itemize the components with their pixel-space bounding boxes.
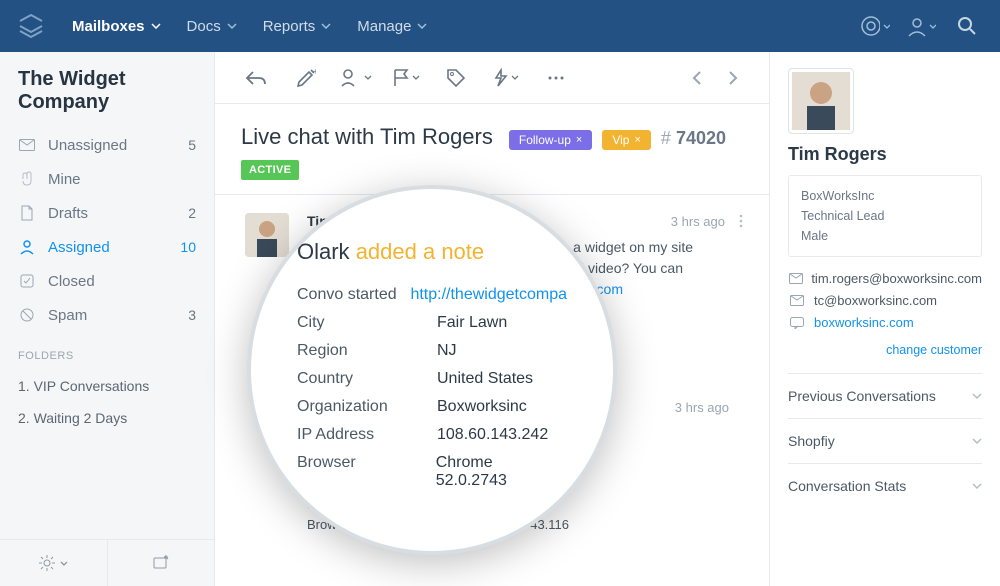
- sidebar-item-label: Closed: [48, 273, 196, 290]
- compose-button[interactable]: [108, 540, 215, 586]
- customer-info: BoxWorksInc Technical Lead Male: [788, 175, 982, 257]
- sidebar-item-count: 2: [188, 205, 196, 221]
- nav-manage-label: Manage: [357, 18, 411, 35]
- customer-name: Tim Rogers: [788, 144, 982, 165]
- customer-profile: Tim Rogers BoxWorksInc Technical Lead Ma…: [770, 52, 1000, 586]
- chevron-down-icon: [972, 483, 982, 489]
- check-icon: [18, 272, 36, 290]
- sidebar-item-label: Spam: [48, 307, 188, 324]
- sidebar-item-label: Unassigned: [48, 137, 188, 154]
- sidebar-item-label: Assigned: [48, 239, 180, 256]
- folder-waiting[interactable]: 2. Waiting 2 Days: [0, 402, 214, 434]
- status-badge: ACTIVE: [241, 160, 299, 180]
- sidebar: The Widget Company Unassigned 5 Mine Dra…: [0, 52, 215, 586]
- more-button[interactable]: [537, 59, 575, 97]
- sidebar-item-label: Drafts: [48, 205, 188, 222]
- section-conversation-stats[interactable]: Conversation Stats: [788, 463, 982, 508]
- tag-vip[interactable]: Vip×: [602, 130, 651, 150]
- hand-icon: [18, 170, 36, 188]
- ban-icon: [18, 306, 36, 324]
- nav-docs-label: Docs: [187, 18, 221, 35]
- close-icon[interactable]: ×: [634, 134, 640, 146]
- sidebar-bottom: [0, 539, 214, 586]
- sidebar-item-label: Mine: [48, 171, 196, 188]
- folder-vip[interactable]: 1. VIP Conversations: [0, 370, 214, 402]
- prev-button[interactable]: [683, 64, 711, 92]
- help-icon[interactable]: [860, 11, 890, 41]
- envelope-icon: [788, 272, 803, 286]
- top-nav: Mailboxes Docs Reports Manage: [0, 0, 1000, 52]
- search-icon[interactable]: [952, 11, 982, 41]
- conversation-title: Live chat with Tim Rogers: [241, 124, 493, 150]
- sidebar-item-count: 3: [188, 307, 196, 323]
- customer-site[interactable]: boxworksinc.com: [788, 315, 982, 330]
- nav-docs[interactable]: Docs: [187, 18, 237, 35]
- section-previous-conversations[interactable]: Previous Conversations: [788, 373, 982, 418]
- magnifier-overlay: Olark added a note Convo startedhttp://t…: [247, 185, 617, 555]
- account-icon[interactable]: [906, 11, 936, 41]
- next-button[interactable]: [719, 64, 747, 92]
- message-time: 3 hrs ago: [675, 400, 729, 415]
- customer-title: Technical Lead: [801, 206, 969, 226]
- message-time: 3 hrs ago: [671, 214, 725, 229]
- customer-email-1[interactable]: tim.rogers@boxworksinc.com: [788, 271, 982, 286]
- svg-text:+: +: [313, 68, 316, 78]
- change-customer-link[interactable]: change customer: [788, 343, 982, 357]
- sidebar-item-mine[interactable]: Mine: [0, 162, 214, 196]
- assign-button[interactable]: [337, 59, 375, 97]
- sidebar-item-closed[interactable]: Closed: [0, 264, 214, 298]
- toolbar: +: [215, 52, 769, 104]
- nav-manage[interactable]: Manage: [357, 18, 427, 35]
- app-logo[interactable]: [18, 13, 44, 39]
- conversation-number: # 74020: [661, 128, 726, 149]
- nav-mailboxes[interactable]: Mailboxes: [72, 18, 161, 35]
- sidebar-item-unassigned[interactable]: Unassigned 5: [0, 128, 214, 162]
- chevron-down-icon: [227, 23, 237, 29]
- envelope-icon: [18, 136, 36, 154]
- workflow-button[interactable]: [487, 59, 525, 97]
- section-shopify[interactable]: Shopfiy: [788, 418, 982, 463]
- person-icon: [18, 238, 36, 256]
- sidebar-item-count: 10: [180, 239, 196, 255]
- sidebar-item-assigned[interactable]: Assigned 10: [0, 230, 214, 264]
- customer-avatar: [788, 68, 854, 134]
- avatar: [245, 213, 289, 257]
- close-icon[interactable]: ×: [576, 134, 582, 146]
- conversation-header: Live chat with Tim Rogers Follow-up× Vip…: [215, 104, 769, 195]
- customer-gender: Male: [801, 226, 969, 246]
- chevron-down-icon: [972, 438, 982, 444]
- envelope-icon: [788, 294, 806, 308]
- nav-mailboxes-label: Mailboxes: [72, 18, 145, 35]
- chevron-down-icon: [972, 393, 982, 399]
- note-button[interactable]: +: [287, 59, 325, 97]
- customer-company: BoxWorksInc: [801, 186, 969, 206]
- chevron-down-icon: [321, 23, 331, 29]
- sidebar-item-spam[interactable]: Spam 3: [0, 298, 214, 332]
- reply-button[interactable]: [237, 59, 275, 97]
- note-title: Olark added a note: [297, 239, 567, 265]
- sidebar-item-count: 5: [188, 137, 196, 153]
- sidebar-item-drafts[interactable]: Drafts 2: [0, 196, 214, 230]
- nav-reports-label: Reports: [263, 18, 316, 35]
- file-icon: [18, 204, 36, 222]
- chat-icon: [788, 316, 806, 330]
- tag-followup[interactable]: Follow-up×: [509, 130, 592, 150]
- customer-email-2[interactable]: tc@boxworksinc.com: [788, 293, 982, 308]
- mailbox-title: The Widget Company: [0, 68, 214, 128]
- nav-reports[interactable]: Reports: [263, 18, 332, 35]
- chevron-down-icon: [151, 23, 161, 29]
- more-icon[interactable]: [739, 214, 743, 228]
- settings-button[interactable]: [0, 540, 108, 586]
- status-button[interactable]: [387, 59, 425, 97]
- chevron-down-icon: [417, 23, 427, 29]
- tag-button[interactable]: [437, 59, 475, 97]
- folders-label: FOLDERS: [0, 332, 214, 370]
